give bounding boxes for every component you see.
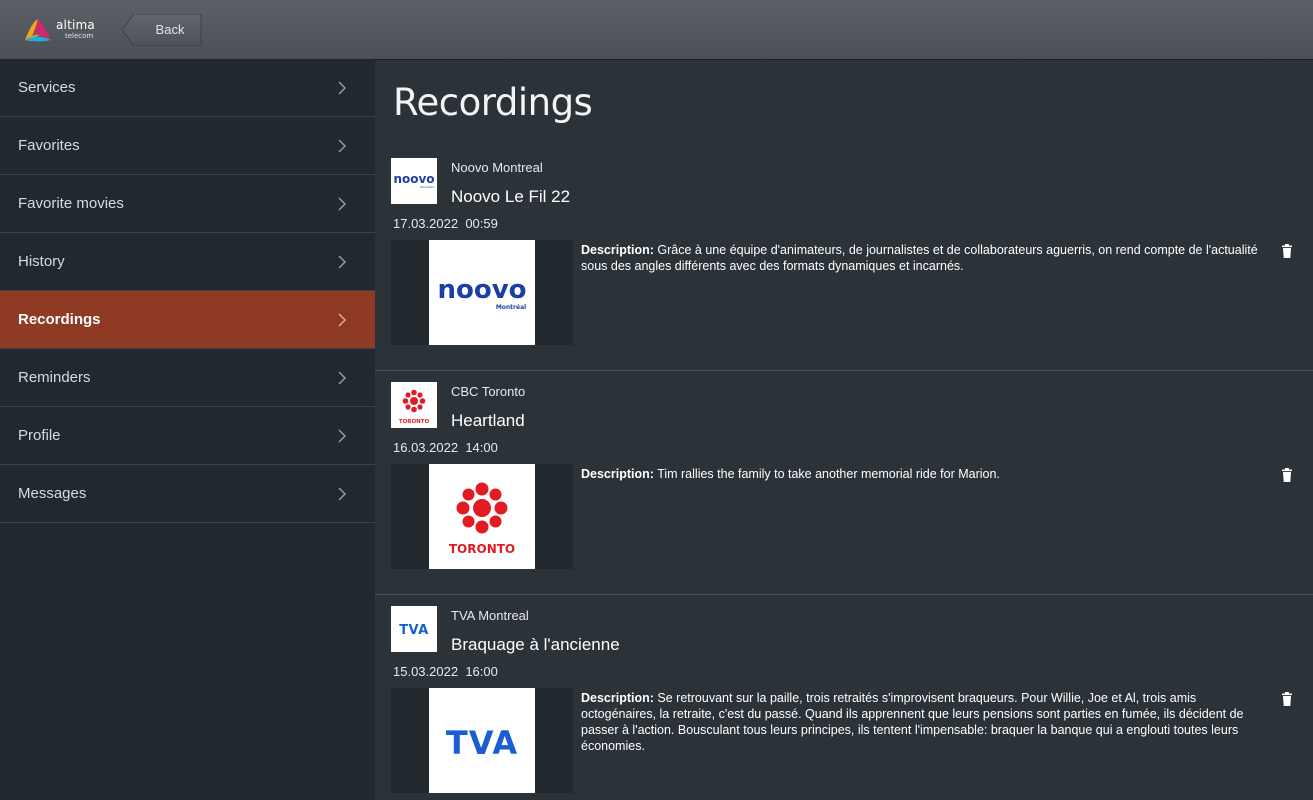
tva-thumbnail-logo: TVA (429, 688, 535, 793)
noovo-logo-sub: Montréal (420, 185, 433, 189)
sidebar: Services Favorites Favorite movies Histo… (0, 59, 375, 800)
sidebar-item-label: Favorite movies (18, 195, 124, 212)
chevron-right-icon (338, 81, 346, 95)
sidebar-item-recordings[interactable]: Recordings (0, 291, 375, 349)
altima-logo: altima telecom (22, 16, 102, 44)
channel-name: TVA Montreal (451, 608, 529, 623)
tva-logo-text: TVA (399, 623, 429, 638)
chevron-right-icon (338, 255, 346, 269)
description-label: Description: (581, 691, 654, 705)
chevron-right-icon (338, 487, 346, 501)
description-text: Tim rallies the family to take another m… (657, 467, 1000, 481)
recording-datetime: 16.03.2022 14:00 (393, 440, 498, 455)
cbc-thumbnail-logo: TORONTO (429, 464, 535, 569)
chevron-right-icon (338, 197, 346, 211)
sidebar-item-label: Reminders (18, 369, 91, 386)
recording-date: 15.03.2022 (393, 664, 459, 679)
recording-item[interactable]: noovo Montréal Noovo Montreal Noovo Le F… (375, 146, 1313, 371)
channel-name: Noovo Montreal (451, 160, 543, 175)
sidebar-item-label: Recordings (18, 311, 101, 328)
top-bar: altima telecom Back (0, 0, 1313, 59)
sidebar-item-reminders[interactable]: Reminders (0, 349, 375, 407)
recording-description: Description: Grâce à une équipe d'animat… (581, 242, 1271, 274)
recording-datetime: 15.03.2022 16:00 (393, 664, 498, 679)
description-label: Description: (581, 467, 654, 481)
recording-date: 16.03.2022 (393, 440, 459, 455)
chevron-right-icon (338, 371, 346, 385)
recording-thumbnail[interactable]: noovo Montréal (391, 240, 573, 345)
sidebar-item-services[interactable]: Services (0, 59, 375, 117)
page-title: Recordings (393, 81, 593, 124)
recording-time: 14:00 (465, 440, 498, 455)
sidebar-item-label: Favorites (18, 137, 80, 154)
noovo-logo-icon: noovo Montréal (391, 158, 437, 204)
recording-description: Description: Se retrouvant sur la paille… (581, 690, 1271, 754)
noovo-thumb-sub: Montréal (496, 304, 526, 311)
altima-logo-icon (25, 19, 51, 42)
trash-icon[interactable] (1281, 244, 1293, 258)
sidebar-item-label: Profile (18, 427, 61, 444)
channel-name: CBC Toronto (451, 384, 526, 399)
sidebar-item-favorite-movies[interactable]: Favorite movies (0, 175, 375, 233)
description-label: Description: (581, 243, 654, 257)
back-label: Back (155, 22, 185, 37)
tva-thumb-text: TVA (446, 724, 518, 762)
noovo-logo-text: noovo (393, 172, 434, 186)
recording-datetime: 17.03.2022 00:59 (393, 216, 498, 231)
recording-item[interactable]: TORONTO CBC Toronto Heartland 16.03.2022… (375, 370, 1313, 595)
tva-logo-icon: TVA (391, 606, 437, 652)
recording-item[interactable]: TVA TVA Montreal Braquage à l'ancienne 1… (375, 594, 1313, 800)
cbc-thumb-text: TORONTO (449, 542, 515, 556)
cbc-gem-logo-icon: TORONTO (391, 382, 437, 428)
recording-date: 17.03.2022 (393, 216, 459, 231)
brand-name: altima (56, 18, 95, 32)
program-title: Heartland (451, 411, 525, 430)
brand-sub: telecom (65, 32, 94, 40)
chevron-right-icon (338, 139, 346, 153)
program-title: Noovo Le Fil 22 (451, 187, 571, 206)
chevron-right-icon (338, 429, 346, 443)
trash-icon[interactable] (1281, 692, 1293, 706)
recording-thumbnail[interactable]: TVA (391, 688, 573, 793)
sidebar-item-favorites[interactable]: Favorites (0, 117, 375, 175)
main-content: Recordings noovo Montréal Noovo Montreal… (375, 59, 1313, 800)
recording-time: 00:59 (465, 216, 498, 231)
sidebar-item-messages[interactable]: Messages (0, 465, 375, 523)
sidebar-item-label: Messages (18, 485, 87, 502)
recording-thumbnail[interactable]: TORONTO (391, 464, 573, 569)
noovo-thumb-text: noovo (437, 275, 526, 305)
recording-description: Description: Tim rallies the family to t… (581, 466, 1271, 482)
sidebar-item-label: History (18, 253, 65, 270)
description-text: Se retrouvant sur la paille, trois retra… (581, 691, 1244, 753)
description-text: Grâce à une équipe d'animateurs, de jour… (581, 243, 1258, 273)
sidebar-item-history[interactable]: History (0, 233, 375, 291)
sidebar-item-profile[interactable]: Profile (0, 407, 375, 465)
cbc-logo-text: TORONTO (399, 419, 430, 425)
recording-time: 16:00 (465, 664, 498, 679)
trash-icon[interactable] (1281, 468, 1293, 482)
noovo-thumbnail-logo: noovo Montréal (429, 240, 535, 345)
chevron-right-icon (338, 313, 346, 327)
program-title: Braquage à l'ancienne (451, 635, 620, 654)
back-button[interactable]: Back (122, 14, 202, 46)
sidebar-item-label: Services (18, 79, 76, 96)
